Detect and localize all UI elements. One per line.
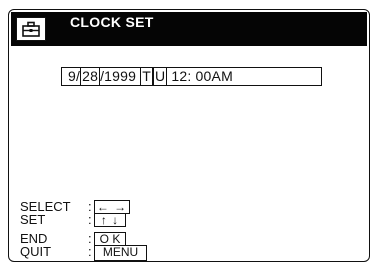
ok-key-button[interactable]: O K bbox=[94, 232, 126, 246]
legend-colon: : bbox=[88, 244, 92, 259]
clock-year[interactable]: 1999 bbox=[104, 67, 136, 86]
legend-set-label: SET bbox=[20, 212, 46, 227]
clock-hour[interactable]: 12 bbox=[171, 67, 187, 86]
menu-key-button[interactable]: MENU bbox=[94, 245, 147, 261]
lcd-screen-frame bbox=[8, 9, 370, 262]
clock-month[interactable]: 9 bbox=[68, 67, 76, 86]
clock-minutes-ampm[interactable]: : 00AM bbox=[187, 67, 233, 86]
select-key-button[interactable]: ← → bbox=[94, 200, 130, 214]
ok-key-label: O K bbox=[99, 232, 121, 246]
clock-value: 9/28/1999 TU 12: 00AM bbox=[68, 67, 233, 86]
toolbox-icon bbox=[16, 17, 46, 41]
set-key-button[interactable]: ↑ ↓ bbox=[94, 213, 126, 227]
title-bar bbox=[11, 12, 367, 46]
clock-weekday-u[interactable]: U bbox=[152, 67, 168, 86]
left-right-arrow-icon: ← → bbox=[96, 200, 128, 214]
clock-day[interactable]: 28 bbox=[80, 67, 101, 86]
menu-key-label: MENU bbox=[102, 245, 139, 259]
clock-weekday-t[interactable]: T bbox=[140, 67, 153, 86]
page-title: CLOCK SET bbox=[70, 14, 154, 30]
legend-quit-label: QUIT bbox=[20, 244, 52, 259]
legend-colon: : bbox=[88, 212, 92, 227]
up-down-arrow-icon: ↑ ↓ bbox=[100, 213, 120, 227]
